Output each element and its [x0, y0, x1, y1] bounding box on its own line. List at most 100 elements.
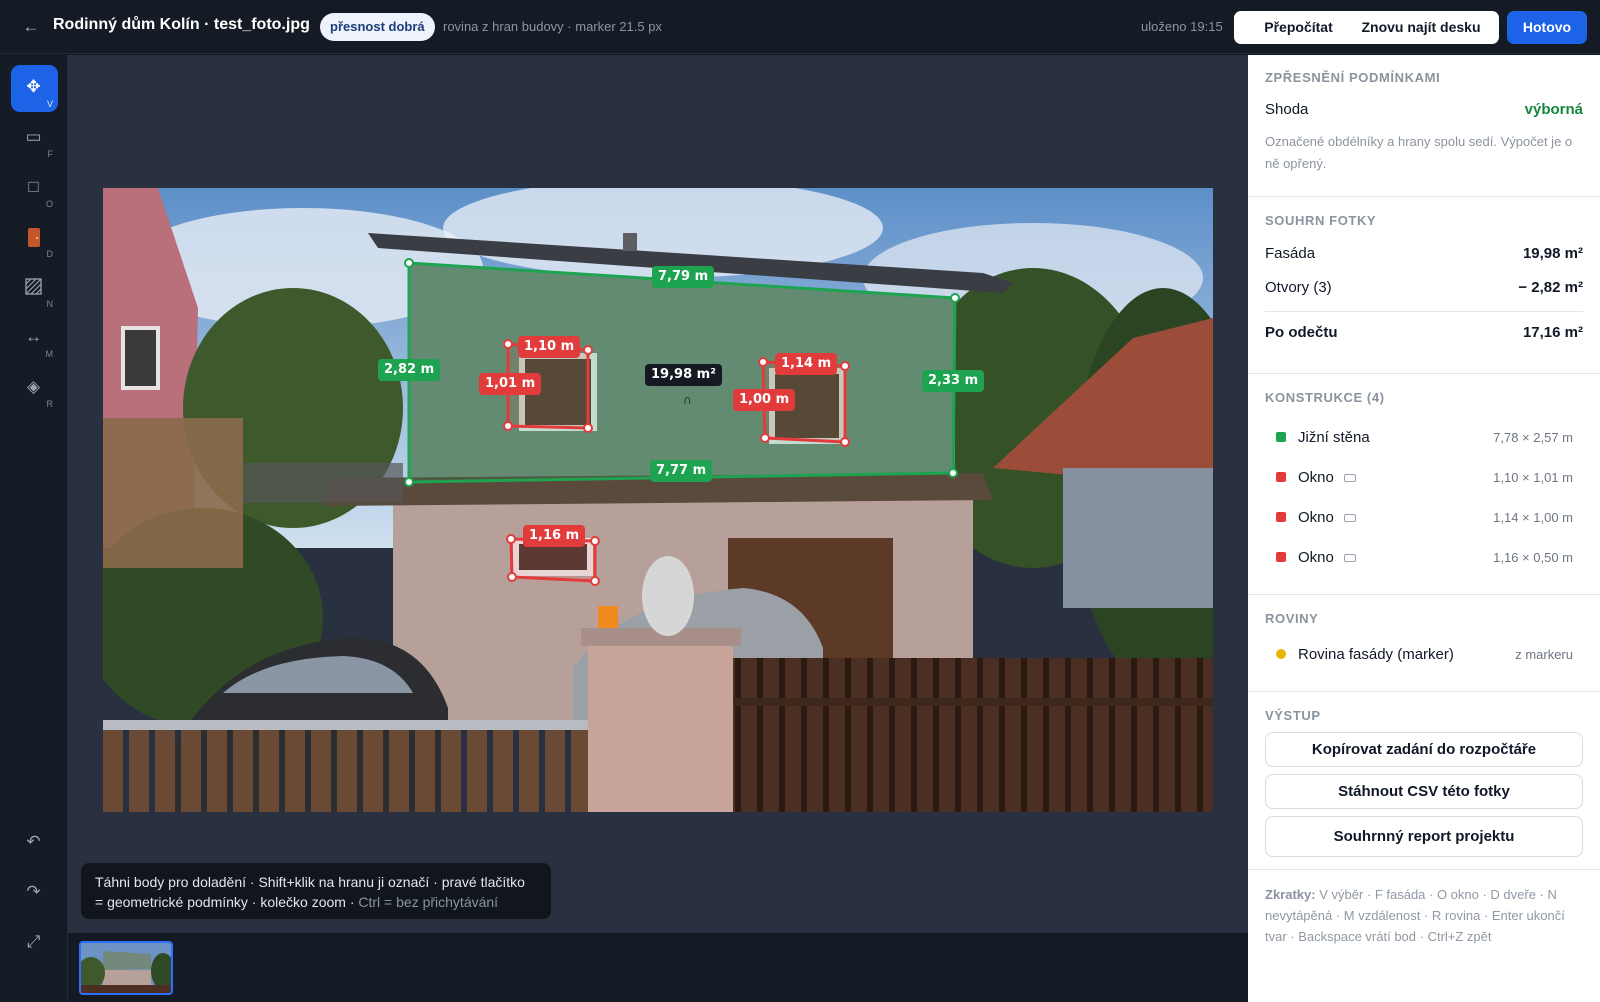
color-swatch — [1276, 552, 1286, 562]
facade-right-height-label[interactable]: 2,33 m — [922, 370, 985, 392]
facade-value: 19,98 m² — [1522, 245, 1583, 262]
refind-board-button[interactable]: Znovu najít desku — [1343, 11, 1499, 44]
plane-info: rovina z hran budovy · marker 21.5 px — [443, 19, 662, 34]
window1-width-label[interactable]: 1,10 m — [518, 336, 581, 358]
top-bar: ← Rodinný dům Kolín · test_foto.jpg přes… — [0, 0, 1600, 54]
back-arrow-icon[interactable]: ← — [20, 16, 42, 38]
download-csv-button[interactable]: Stáhnout CSV této fotky — [1265, 774, 1583, 809]
refine-section: ZPŘESNĚNÍ PODMÍNKAMI Shoda výborná Označ… — [1248, 55, 1600, 197]
construction-name: Okno — [1298, 548, 1334, 566]
facade-left-height-label[interactable]: 2,82 m — [378, 359, 441, 381]
rectangle-icon: ▭ — [25, 127, 42, 146]
tool-key: F — [47, 149, 54, 159]
construction-item[interactable]: Okno 1,14 × 1,00 m — [1265, 497, 1583, 537]
plane-source: z markeru — [1515, 646, 1573, 662]
facade-bottom-length-label[interactable]: 7,77 m — [650, 460, 713, 482]
move-icon: ✥ — [26, 77, 41, 96]
construction-dims: 1,16 × 0,50 m — [1493, 549, 1573, 565]
left-toolbar: ✥ V ▭ F □ O D N ↔ M ◈ R ↶ ↷ ⤢ — [0, 55, 68, 1002]
accuracy-badge: přesnost dobrá — [320, 13, 435, 41]
facade-area-label[interactable]: 19,98 m² — [645, 364, 722, 386]
redo-button[interactable]: ↷ — [11, 870, 58, 917]
window2-height-label[interactable]: 1,00 m — [733, 389, 796, 411]
arrows-horizontal-icon: ↔ — [25, 327, 42, 346]
net-value: 17,16 m² — [1522, 324, 1583, 341]
project-report-button[interactable]: Souhrnný report projektu — [1265, 816, 1583, 857]
tool-key: O — [45, 199, 53, 209]
summary-facade-row: Fasáda 19,98 m² — [1265, 245, 1583, 262]
openings-label: Otvory (3) — [1265, 279, 1332, 296]
canvas[interactable]: ∩ 7,79 m 7,77 m 2,82 m 2,33 m 19,98 m² 1… — [68, 55, 1248, 933]
facade-label: Fasáda — [1265, 245, 1316, 262]
tool-window[interactable]: □ O — [11, 165, 58, 212]
construction-name: Okno — [1298, 508, 1334, 526]
construction-name: Okno — [1298, 468, 1334, 486]
window2-width-label[interactable]: 1,14 m — [775, 353, 838, 375]
tool-door[interactable]: D — [11, 215, 58, 262]
planes-section: ROVINY Rovina fasády (marker) z markeru — [1248, 595, 1600, 692]
right-panel: ZPŘESNĚNÍ PODMÍNKAMI Shoda výborná Označ… — [1248, 55, 1600, 1002]
construction-item[interactable]: Jižní stěna 7,78 × 2,57 m — [1265, 417, 1583, 457]
construction-dims: 1,14 × 1,00 m — [1493, 509, 1573, 525]
output-section: VÝSTUP Kopírovat zadání do rozpočtáře St… — [1248, 692, 1600, 870]
tool-facade[interactable]: ▭ F — [11, 115, 58, 162]
window3-width-label[interactable]: 1,16 m — [523, 525, 586, 547]
color-swatch — [1276, 649, 1286, 659]
shortcuts-label: Zkratky: — [1265, 887, 1316, 902]
net-label: Po odečtu — [1265, 324, 1338, 341]
diamond-icon: ◈ — [26, 377, 41, 396]
refine-note: Označené obdélníky a hrany spolu sedí. V… — [1265, 134, 1573, 171]
window1-height-label[interactable]: 1,01 m — [479, 373, 542, 395]
constructions-section: KONSTRUKCE (4) Jižní stěna 7,78 × 2,57 m… — [1248, 374, 1600, 595]
tool-key: V — [46, 99, 53, 109]
match-label: Shoda — [1265, 101, 1309, 118]
tool-no-paint[interactable]: N — [11, 265, 58, 312]
shortcuts-help: Zkratky: V výběr · F fasáda · O okno · D… — [1248, 870, 1600, 947]
match-value: výborná — [1524, 101, 1583, 118]
color-swatch — [1276, 512, 1286, 522]
undo-button[interactable]: ↶ — [11, 820, 58, 867]
tool-key: N — [46, 299, 54, 309]
match-row: Shoda výborná — [1265, 101, 1583, 118]
refine-heading: ZPŘESNĚNÍ PODMÍNKAMI — [1265, 70, 1441, 85]
planes-heading: ROVINY — [1265, 611, 1319, 626]
summary-net-row: Po odečtu 17,16 m² — [1265, 324, 1583, 341]
photo-thumbnail[interactable] — [79, 941, 173, 995]
summary-heading: SOUHRN FOTKY — [1265, 213, 1377, 228]
rectangle-icon — [1343, 513, 1356, 522]
copy-to-estimator-button[interactable]: Kopírovat zadání do rozpočtáře — [1265, 732, 1583, 767]
tool-plane[interactable]: ◈ R — [11, 365, 58, 412]
house-photo[interactable]: ∩ 7,79 m 7,77 m 2,82 m 2,33 m 19,98 m² 1… — [103, 188, 1213, 812]
fullscreen-icon: ⤢ — [26, 932, 41, 951]
summary-divider — [1265, 311, 1583, 312]
plane-name: Rovina fasády (marker) — [1298, 645, 1454, 663]
constructions-heading: KONSTRUKCE (4) — [1265, 390, 1385, 405]
hatch-icon — [11, 276, 56, 301]
color-swatch — [1276, 472, 1286, 482]
summary-openings-row: Otvory (3) − 2,82 m² — [1265, 279, 1583, 296]
plane-item[interactable]: Rovina fasády (marker) z markeru — [1265, 634, 1583, 674]
tool-move[interactable]: ✥ V — [11, 65, 58, 112]
construction-item[interactable]: Okno 1,10 × 1,01 m — [1265, 457, 1583, 497]
saved-status: uloženo 19:15 — [1141, 19, 1223, 34]
rectangle-icon — [1343, 553, 1356, 562]
tool-distance[interactable]: ↔ M — [11, 315, 58, 362]
construction-item[interactable]: Okno 1,16 × 0,50 m — [1265, 537, 1583, 577]
construction-name: Jižní stěna — [1298, 428, 1370, 446]
done-button[interactable]: Hotovo — [1507, 11, 1587, 44]
rectangle-icon — [1343, 473, 1356, 482]
output-heading: VÝSTUP — [1265, 708, 1321, 723]
redo-icon: ↷ — [26, 882, 41, 901]
summary-section: SOUHRN FOTKY Fasáda 19,98 m² Otvory (3) … — [1248, 197, 1600, 374]
facade-top-length-label[interactable]: 7,79 m — [652, 266, 715, 288]
tool-key: D — [46, 249, 54, 259]
openings-value: − 2,82 m² — [1518, 279, 1583, 296]
square-icon: □ — [28, 177, 39, 196]
construction-dims: 7,78 × 2,57 m — [1493, 429, 1573, 445]
tool-key: M — [45, 349, 54, 359]
construction-dims: 1,10 × 1,01 m — [1493, 469, 1573, 485]
hint-dim-text: Ctrl = bez přichytávání — [358, 894, 499, 910]
page-title: Rodinný dům Kolín · test_foto.jpg — [53, 16, 310, 33]
undo-icon: ↶ — [26, 832, 41, 851]
fullscreen-button[interactable]: ⤢ — [11, 920, 58, 967]
